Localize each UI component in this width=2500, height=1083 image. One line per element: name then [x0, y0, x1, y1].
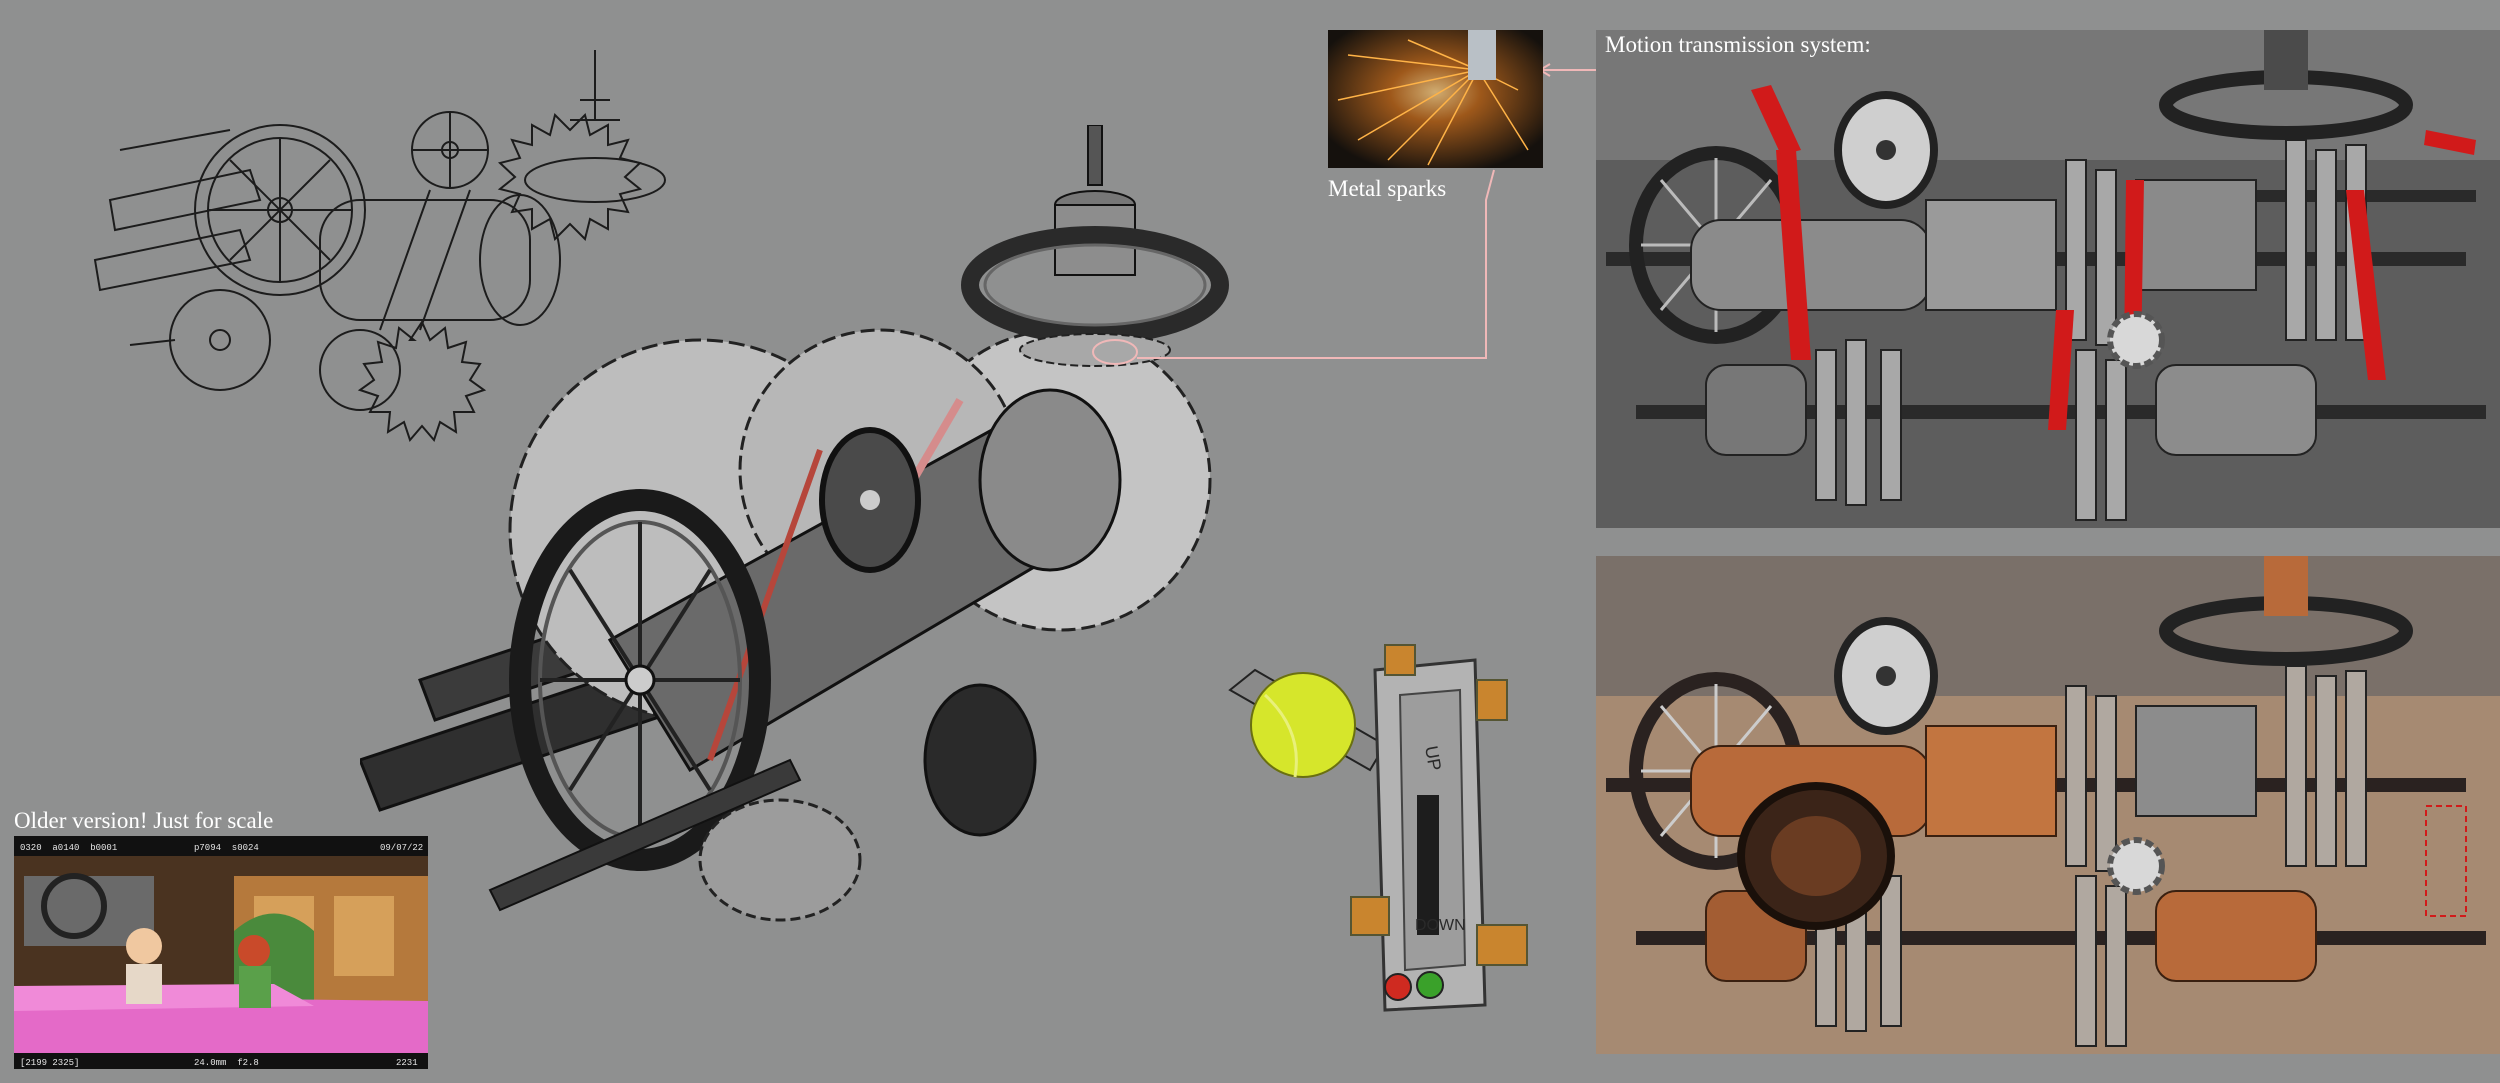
frame-lens: 24.0mm f2.8	[194, 1058, 259, 1068]
transmission-grey-image	[1596, 30, 2500, 528]
switch-drawing: UP DOWN	[1228, 644, 1528, 1012]
older-version-caption: Older version! Just for scale	[14, 808, 274, 833]
older-version-thumbnail: 0320 a0140 b0001 p7094 s0024 09/07/22 [2…	[14, 836, 428, 1069]
metal-sparks-thumbnail	[1328, 30, 1543, 168]
tennis-ball	[1250, 672, 1356, 778]
sparks-image	[1328, 30, 1543, 168]
switch-label-up: UP	[1421, 744, 1445, 772]
top-spindle-tire	[960, 125, 1240, 385]
red-button	[1384, 973, 1412, 1001]
frame-number: 2231	[396, 1058, 418, 1068]
older-version-image: 0320 a0140 b0001 p7094 s0024 09/07/22 [2…	[14, 836, 428, 1069]
frame-range: [2199 2325]	[20, 1058, 79, 1068]
metal-sparks-caption: Metal sparks	[1328, 176, 1447, 201]
transmission-render-grey	[1596, 30, 2500, 528]
transmission-copper-image	[1596, 556, 2500, 1054]
frame-date: 09/07/22	[380, 843, 423, 853]
green-button	[1416, 971, 1444, 999]
frame-code-topmid: p7094 s0024	[194, 843, 259, 853]
lever-switch-box: UP DOWN	[1225, 635, 1565, 1015]
switch-label-down: DOWN	[1415, 917, 1466, 934]
motion-transmission-caption: Motion transmission system:	[1605, 32, 1871, 57]
transmission-render-copper	[1596, 556, 2500, 1054]
frame-code-topleft: 0320 a0140 b0001	[20, 843, 117, 853]
spindle-drawing	[961, 125, 1229, 367]
